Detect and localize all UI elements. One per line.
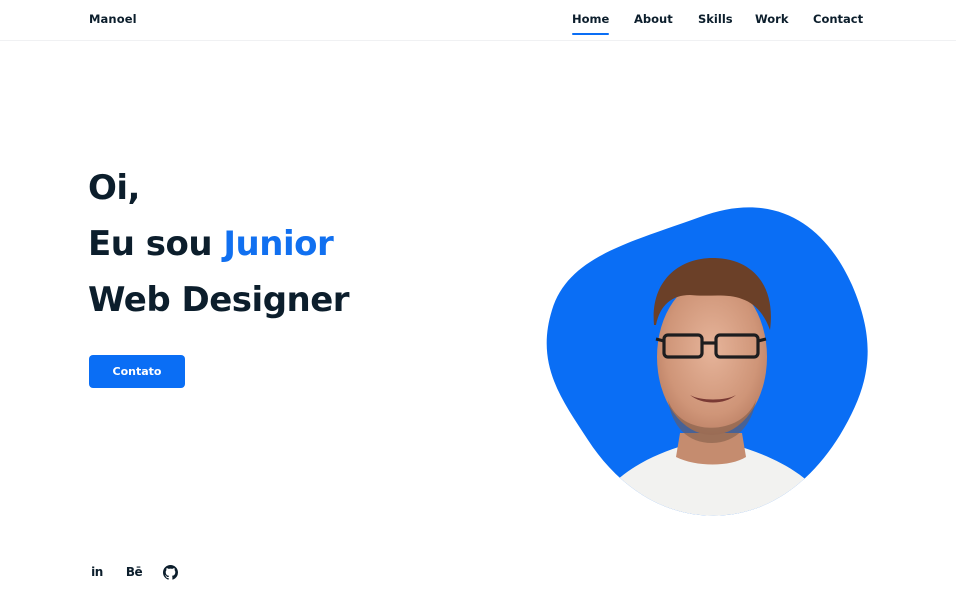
nav-about[interactable]: About: [634, 12, 673, 26]
nav-work[interactable]: Work: [755, 12, 789, 26]
nav-home[interactable]: Home: [572, 12, 610, 35]
nav-skills[interactable]: Skills: [698, 12, 733, 26]
hero-intro: Eu sou Junior: [88, 224, 334, 264]
contact-button[interactable]: Contato: [89, 355, 185, 388]
hero-intro-prefix: Eu sou: [88, 224, 224, 264]
hero-name: Junior: [223, 224, 334, 264]
linkedin-icon-label: in: [91, 565, 103, 579]
hero-role: Web Designer: [88, 280, 350, 320]
linkedin-icon[interactable]: in: [88, 563, 106, 581]
behance-icon-label: Bē: [125, 565, 143, 579]
main-nav: Home About Skills Work Contact: [0, 12, 956, 36]
hero-greeting: Oi,: [88, 168, 140, 208]
github-icon[interactable]: [162, 563, 178, 581]
github-icon-glyph: [162, 564, 178, 580]
top-header: Manoel Home About Skills Work Contact: [0, 0, 956, 41]
nav-contact[interactable]: Contact: [813, 12, 863, 26]
behance-icon[interactable]: Bē: [125, 563, 143, 581]
portrait-image: [546, 207, 868, 516]
